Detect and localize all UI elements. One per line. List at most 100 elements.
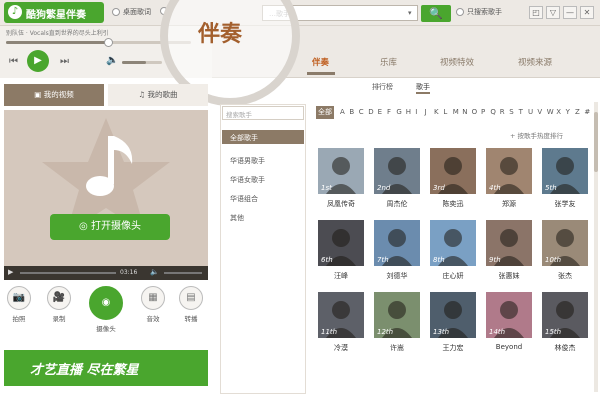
singer-photo[interactable]: 9th: [486, 220, 532, 266]
progress-knob[interactable]: [103, 38, 113, 47]
singer-photo[interactable]: 8th: [430, 220, 476, 266]
singer-card[interactable]: 12th 许嵩: [374, 292, 420, 353]
video-progress-bar[interactable]: [20, 272, 116, 274]
tab-ranking[interactable]: 排行榜: [372, 82, 393, 92]
singer-name[interactable]: 冷漠: [318, 343, 364, 353]
alpha-letter[interactable]: A: [340, 108, 345, 116]
singer-name[interactable]: 林俊杰: [542, 343, 588, 353]
singer-photo[interactable]: 1st: [318, 148, 364, 194]
alpha-letter[interactable]: W: [547, 108, 554, 116]
alpha-letter[interactable]: V: [537, 108, 542, 116]
alpha-letter[interactable]: Z: [575, 108, 580, 116]
desktop-lyrics-radio[interactable]: 桌面歌词: [112, 7, 151, 17]
tab-my-songs[interactable]: ♫ 我的歌曲: [108, 84, 208, 106]
alpha-letter[interactable]: S: [509, 108, 513, 116]
category-female-singers[interactable]: 华语女歌手: [222, 172, 304, 186]
singer-photo[interactable]: 15th: [542, 292, 588, 338]
record-tool[interactable]: 🎥 录制: [46, 286, 72, 323]
singer-card[interactable]: 6th 汪峰: [318, 220, 364, 281]
open-camera-button[interactable]: ◎ 打开摄像头: [50, 214, 170, 240]
skin-icon[interactable]: ◰: [529, 6, 543, 19]
singer-photo[interactable]: 13th: [430, 292, 476, 338]
photo-tool[interactable]: 📷 拍照: [6, 286, 32, 323]
singer-card[interactable]: 1st 凤凰传奇: [318, 148, 364, 209]
category-all-singers[interactable]: 全部歌手: [222, 130, 304, 144]
singer-photo[interactable]: 4th: [486, 148, 532, 194]
category-other[interactable]: 其他: [222, 210, 304, 224]
tab-music-library[interactable]: 乐库: [380, 56, 397, 68]
singer-card[interactable]: 7th 刘德华: [374, 220, 420, 281]
singer-name[interactable]: 庄心妍: [430, 271, 476, 281]
video-play-icon[interactable]: ▶: [8, 268, 13, 276]
singer-photo[interactable]: 10th: [542, 220, 588, 266]
sound-effect-tool[interactable]: ▦ 音效: [140, 286, 166, 323]
singer-name[interactable]: 汪峰: [318, 271, 364, 281]
tab-my-video[interactable]: ▣ 我的视频: [4, 84, 104, 106]
singer-card[interactable]: 5th 张学友: [542, 148, 588, 209]
category-male-singers[interactable]: 华语男歌手: [222, 153, 304, 167]
promo-banner[interactable]: 才艺直播 尽在繁星: [4, 350, 208, 386]
alpha-letter[interactable]: Q: [490, 108, 496, 116]
alpha-letter[interactable]: T: [519, 108, 523, 116]
video-volume-icon[interactable]: 🔈: [150, 268, 159, 276]
alpha-letter[interactable]: J: [425, 108, 427, 116]
singer-name[interactable]: 凤凰传奇: [318, 199, 364, 209]
alpha-letter[interactable]: P: [481, 108, 485, 116]
category-groups[interactable]: 华语组合: [222, 191, 304, 205]
alpha-letter[interactable]: C: [359, 108, 364, 116]
alpha-letter[interactable]: Y: [566, 108, 570, 116]
alpha-letter[interactable]: K: [434, 108, 439, 116]
singer-card[interactable]: 14th Beyond: [486, 292, 532, 351]
singer-name[interactable]: 郑源: [486, 199, 532, 209]
singer-photo[interactable]: 5th: [542, 148, 588, 194]
singer-card[interactable]: 3rd 陈奕迅: [430, 148, 476, 209]
singer-name[interactable]: Beyond: [486, 343, 532, 351]
alpha-letter[interactable]: M: [453, 108, 459, 116]
tab-video-source[interactable]: 视频来源: [518, 56, 552, 68]
singer-card[interactable]: 2nd 周杰伦: [374, 148, 420, 209]
singer-name[interactable]: 周杰伦: [374, 199, 420, 209]
singer-card[interactable]: 13th 王力宏: [430, 292, 476, 353]
singer-name[interactable]: 陈奕迅: [430, 199, 476, 209]
singer-name[interactable]: 张杰: [542, 271, 588, 281]
singer-name[interactable]: 张惠妹: [486, 271, 532, 281]
singer-photo[interactable]: 14th: [486, 292, 532, 338]
singer-search-input[interactable]: 搜索歌手: [222, 106, 304, 120]
singer-photo[interactable]: 11th: [318, 292, 364, 338]
alpha-letter[interactable]: X: [556, 108, 561, 116]
singer-name[interactable]: 许嵩: [374, 343, 420, 353]
minimize-icon[interactable]: —: [563, 6, 577, 19]
volume-icon[interactable]: 🔈: [106, 55, 118, 66]
chevron-down-icon[interactable]: ▾: [408, 9, 412, 17]
singer-photo[interactable]: 12th: [374, 292, 420, 338]
singer-name[interactable]: 刘德华: [374, 271, 420, 281]
alpha-letter[interactable]: U: [528, 108, 533, 116]
alpha-letter[interactable]: D: [368, 108, 373, 116]
singer-name[interactable]: 王力宏: [430, 343, 476, 353]
menu-icon[interactable]: ▽: [546, 6, 560, 19]
singer-card[interactable]: 4th 郑源: [486, 148, 532, 209]
alpha-letter[interactable]: L: [443, 108, 447, 116]
singer-photo[interactable]: 2nd: [374, 148, 420, 194]
scrollbar[interactable]: [594, 102, 598, 392]
tab-accompaniment[interactable]: 伴奏: [312, 56, 329, 68]
singer-card[interactable]: 11th 冷漠: [318, 292, 364, 353]
previous-icon[interactable]: ⏮: [9, 56, 18, 67]
alpha-letter[interactable]: B: [349, 108, 354, 116]
singer-card[interactable]: 10th 张杰: [542, 220, 588, 281]
alpha-letter[interactable]: N: [462, 108, 467, 116]
alpha-letter[interactable]: I: [415, 108, 417, 116]
alpha-letter[interactable]: H: [406, 108, 411, 116]
singer-photo[interactable]: 3rd: [430, 148, 476, 194]
alpha-all-button[interactable]: 全部: [316, 106, 334, 119]
scroll-thumb[interactable]: [594, 112, 598, 172]
alpha-letter[interactable]: O: [472, 108, 478, 116]
play-button[interactable]: ▶: [27, 50, 49, 72]
only-singer-radio[interactable]: 只搜索歌手: [456, 7, 502, 17]
alpha-letter[interactable]: G: [396, 108, 401, 116]
singer-card[interactable]: 8th 庄心妍: [430, 220, 476, 281]
webcam-tool[interactable]: ◉ 摄像头: [88, 286, 124, 333]
alpha-letter[interactable]: F: [387, 108, 391, 116]
volume-slider[interactable]: [122, 61, 162, 64]
singer-name[interactable]: 张学友: [542, 199, 588, 209]
